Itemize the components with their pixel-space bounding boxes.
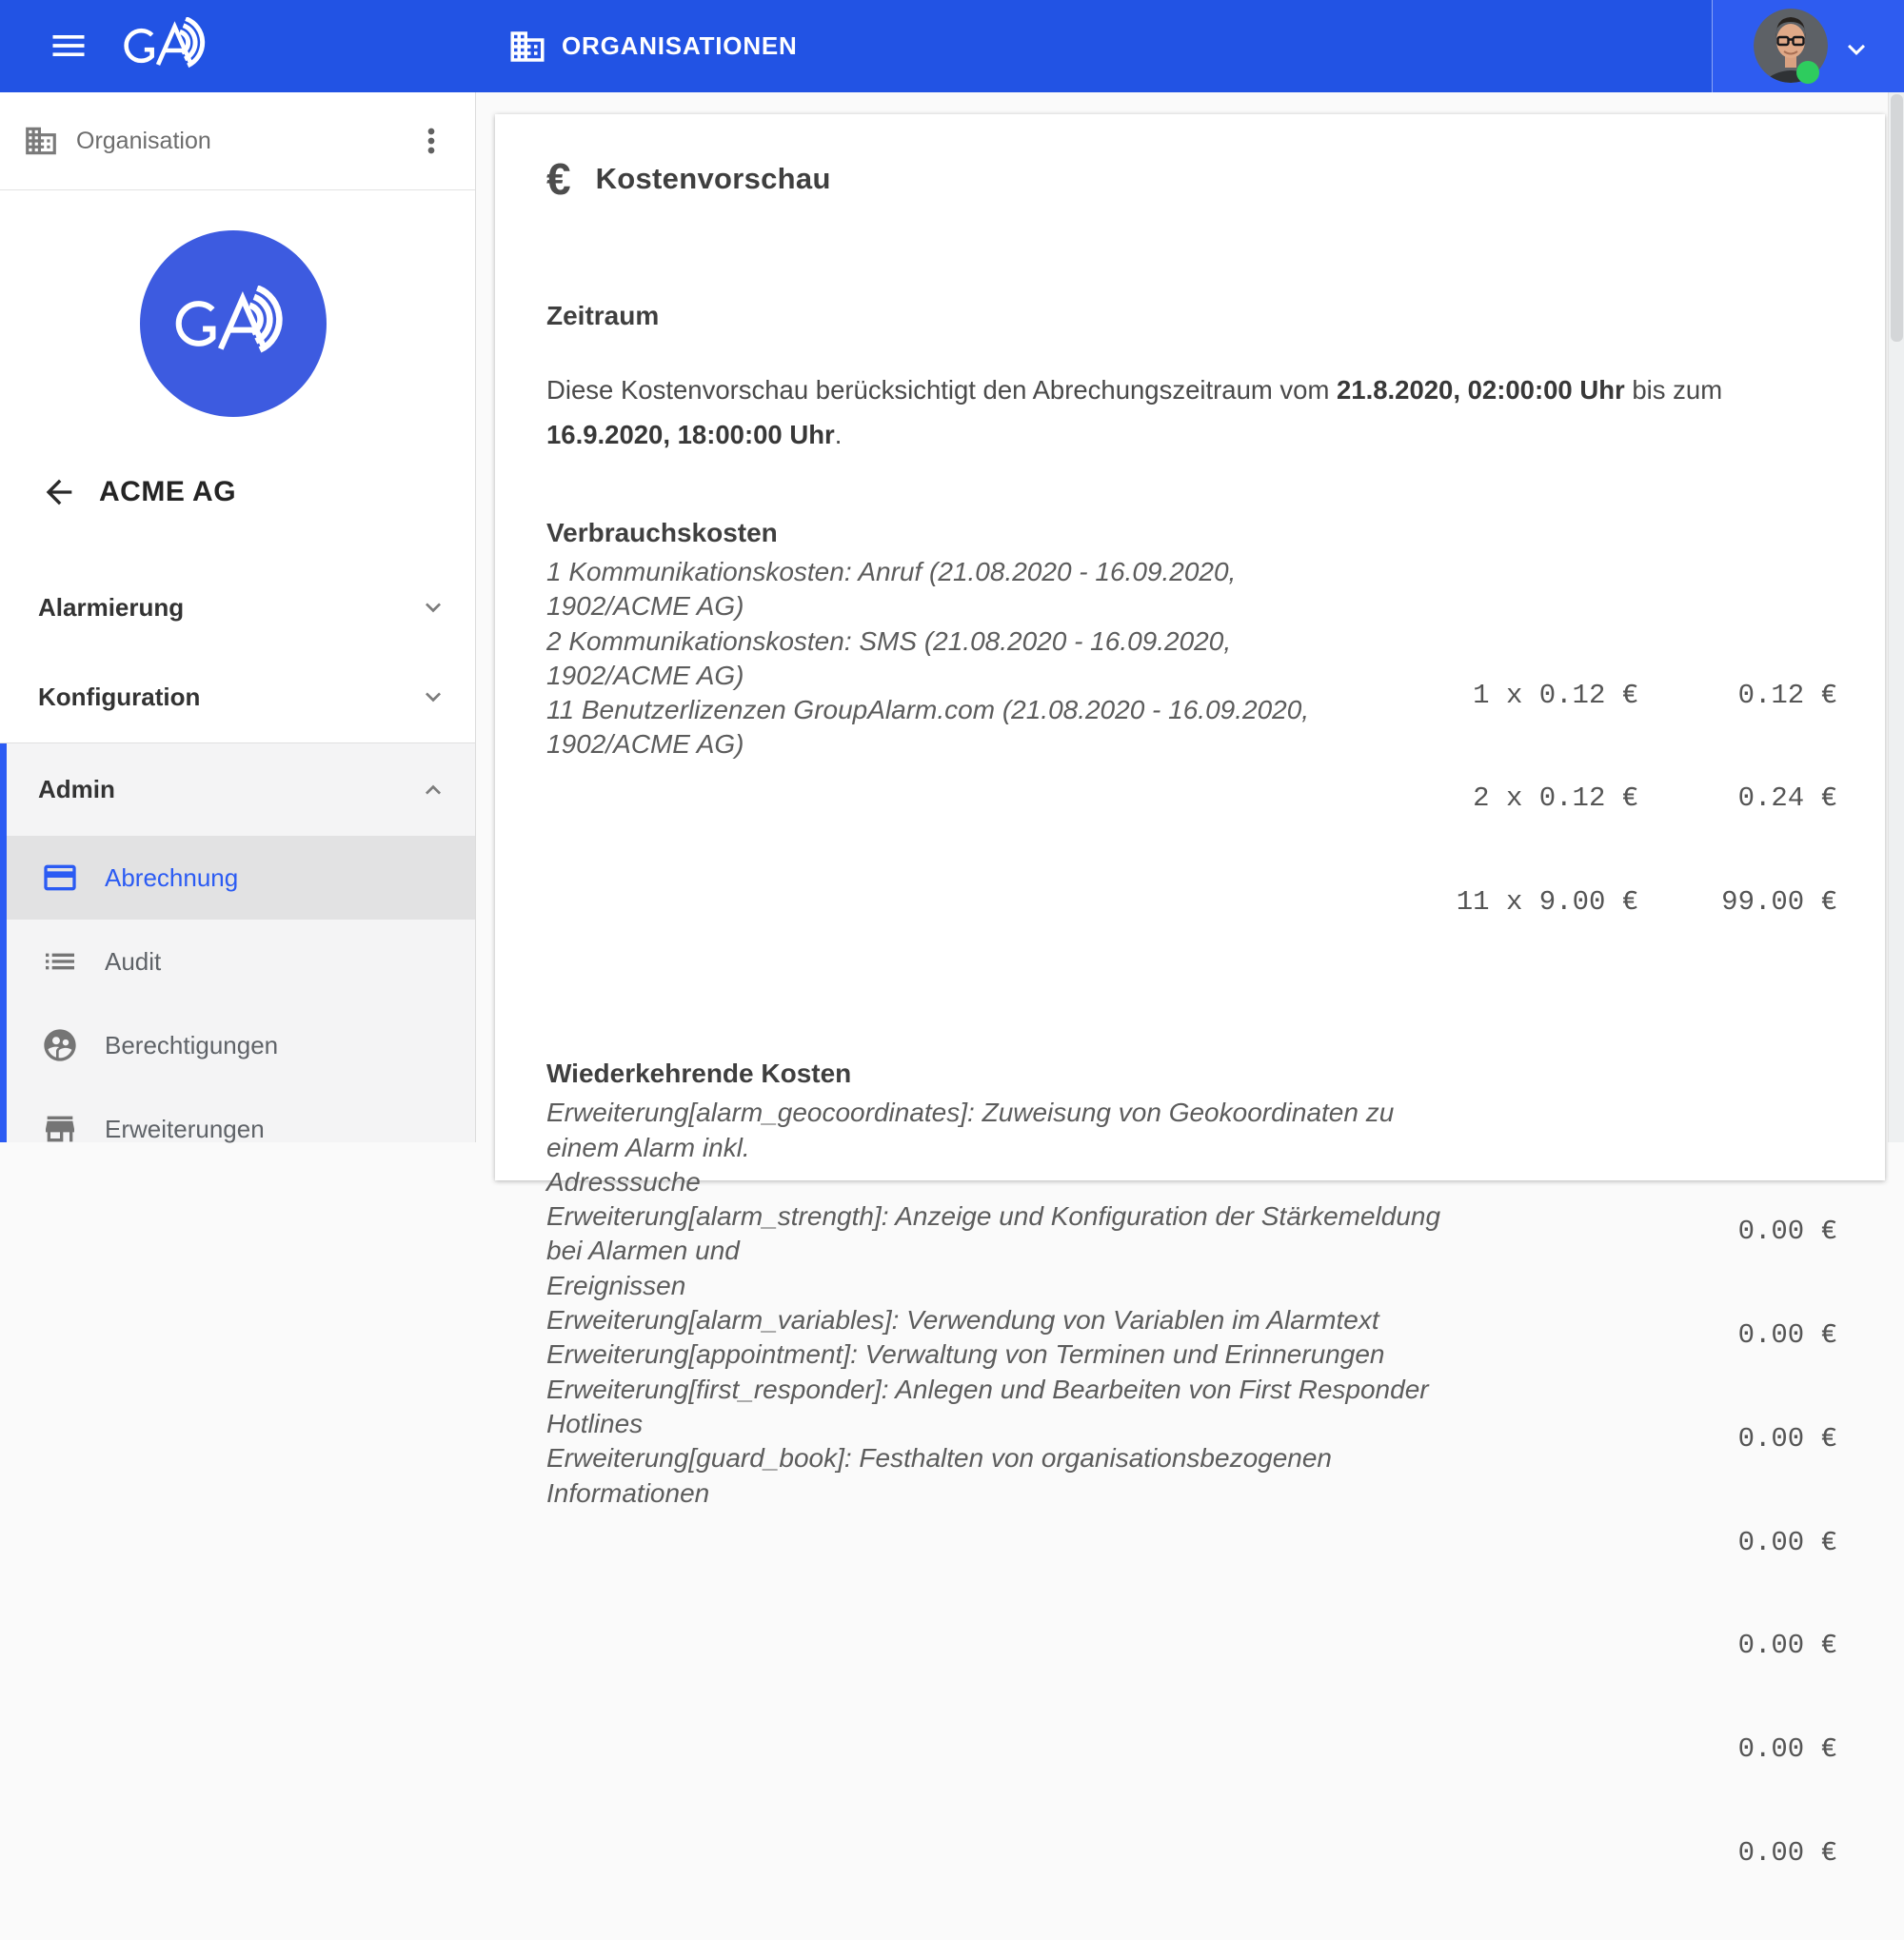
- cost-item-line: Erweiterung[alarm_geocoordinates]: Zuwei…: [546, 1096, 1457, 1165]
- sidebar-item-berechtigungen[interactable]: Berechtigungen: [0, 1003, 475, 1087]
- back-arrow-icon[interactable]: [40, 473, 78, 511]
- sub-item-label: Abrechnung: [105, 863, 238, 893]
- euro-icon: €: [546, 153, 571, 205]
- cost-item-line: 1902/ACME AG): [546, 589, 1457, 624]
- sidebar-item-konfiguration[interactable]: Konfiguration: [0, 652, 475, 742]
- nav-label: Konfiguration: [38, 683, 200, 712]
- cost-item-line: Erweiterung[appointment]: Verwaltung von…: [546, 1337, 1457, 1372]
- zeitraum-text: Diese Kostenvorschau berücksichtigt den …: [546, 367, 1837, 457]
- org-name-row: ACME AG: [0, 462, 475, 523]
- verbrauchskosten-row: 1 Kommunikationskosten: Anruf (21.08.202…: [546, 555, 1837, 989]
- organisation-building-icon: [23, 123, 59, 159]
- cost-item-line: Erweiterung[alarm_variables]: Verwendung…: [546, 1303, 1457, 1337]
- cost-item-line: Adresssuche: [546, 1165, 1457, 1199]
- wiederkehrende-amounts: 0.00 € 0.00 € 0.00 € 0.00 € 0.00 € 0.00 …: [1457, 1145, 1837, 1940]
- sub-item-label: Berechtigungen: [105, 1031, 278, 1060]
- organizations-icon: [507, 27, 547, 67]
- page-title: ORGANISATIONEN: [562, 31, 798, 61]
- page-title-group: ORGANISATIONEN: [507, 0, 798, 92]
- amount-row: 2 x 0.12 €0.24 €: [1457, 782, 1837, 816]
- amount-row: 11 x 9.00 €99.00 €: [1457, 885, 1837, 920]
- organisation-label: Organisation: [76, 128, 211, 155]
- org-name: ACME AG: [99, 476, 236, 508]
- cost-item-line: 1 Kommunikationskosten: Anruf (21.08.202…: [546, 555, 1457, 589]
- amount-row: 0.00 €: [1457, 1318, 1837, 1353]
- cost-item-line: 1902/ACME AG): [546, 659, 1457, 693]
- ga-logo-icon: [120, 17, 215, 74]
- sidebar-item-admin[interactable]: Admin: [0, 743, 475, 836]
- cost-item-line: Erweiterung[guard_book]: Festhalten von …: [546, 1441, 1457, 1511]
- amount-row: 0.00 €: [1457, 1629, 1837, 1663]
- chevron-down-icon[interactable]: [418, 682, 448, 712]
- people-circle-icon: [41, 1026, 79, 1064]
- more-vert-icon[interactable]: [412, 122, 450, 160]
- amount-row: 0.00 €: [1457, 1422, 1837, 1456]
- cost-item-line: 1902/ACME AG): [546, 727, 1457, 762]
- chevron-down-icon[interactable]: [418, 592, 448, 623]
- amount-row: 0.00 €: [1457, 1836, 1837, 1871]
- list-icon: [41, 942, 79, 980]
- amount-row: 0.00 €: [1457, 1215, 1837, 1249]
- section-heading-zeitraum: Zeitraum: [546, 301, 1837, 331]
- amount-row: 1 x 0.12 €0.12 €: [1457, 679, 1837, 713]
- store-icon: [41, 1110, 79, 1148]
- nav-label: Admin: [38, 775, 115, 804]
- wiederkehrende-row: Erweiterung[alarm_geocoordinates]: Zuwei…: [546, 1096, 1837, 1940]
- sidebar-item-erweiterungen[interactable]: Erweiterungen: [0, 1087, 475, 1171]
- main-content: € Kostenvorschau Zeitraum Diese Kostenvo…: [476, 92, 1904, 1142]
- amount-row: 0.00 €: [1457, 1526, 1837, 1560]
- credit-card-icon: [41, 859, 79, 897]
- nav-label: Alarmierung: [38, 593, 184, 623]
- sub-item-label: Erweiterungen: [105, 1115, 265, 1144]
- amount-row: 0.00 €: [1457, 1732, 1837, 1767]
- scrollbar[interactable]: [1888, 92, 1904, 1142]
- section-heading-wiederkehrende-kosten: Wiederkehrende Kosten: [546, 1059, 1837, 1089]
- sidebar-org-header: Organisation: [0, 92, 475, 190]
- sidebar-item-abrechnung[interactable]: Abrechnung: [0, 836, 475, 920]
- sub-item-label: Audit: [105, 947, 161, 977]
- cost-item-line: 2 Kommunikationskosten: SMS (21.08.2020 …: [546, 624, 1457, 659]
- org-logo: [140, 230, 327, 417]
- sidebar-item-audit[interactable]: Audit: [0, 920, 475, 1003]
- menu-icon[interactable]: [48, 25, 89, 67]
- ga-circle-logo-icon: [170, 286, 296, 362]
- scrollbar-thumb[interactable]: [1891, 94, 1903, 342]
- sidebar-item-alarmierung[interactable]: Alarmierung: [0, 563, 475, 652]
- cost-item-line: Ereignissen: [546, 1269, 1457, 1303]
- active-section-accent-bar: [0, 743, 7, 1142]
- chevron-up-icon[interactable]: [418, 775, 448, 805]
- card-title-row: € Kostenvorschau: [546, 156, 1837, 202]
- verbrauchskosten-amounts: 1 x 0.12 €0.12 € 2 x 0.12 €0.24 € 11 x 9…: [1457, 609, 1837, 989]
- cost-item-line: 11 Benutzerlizenzen GroupAlarm.com (21.0…: [546, 693, 1457, 727]
- online-status-dot: [1796, 61, 1819, 84]
- cost-preview-card: € Kostenvorschau Zeitraum Diese Kostenvo…: [495, 114, 1885, 1180]
- app-header: ORGANISATIONEN: [0, 0, 1904, 92]
- sidebar: Organisation ACME AG Alarmierung Konfigu…: [0, 92, 476, 1142]
- cost-item-line: Erweiterung[alarm_strength]: Anzeige und…: [546, 1199, 1457, 1269]
- sidebar-admin-section: Admin Abrechnung Audit Berechtigungen Er…: [0, 742, 475, 1142]
- wiederkehrende-items: Erweiterung[alarm_geocoordinates]: Zuwei…: [546, 1096, 1457, 1511]
- verbrauchskosten-items: 1 Kommunikationskosten: Anruf (21.08.202…: [546, 555, 1457, 762]
- user-chevron-down-icon[interactable]: [1839, 32, 1874, 67]
- cost-item-line: Erweiterung[first_responder]: Anlegen un…: [546, 1373, 1457, 1442]
- card-title: Kostenvorschau: [596, 162, 831, 196]
- section-heading-verbrauchskosten: Verbrauchskosten: [546, 518, 1837, 548]
